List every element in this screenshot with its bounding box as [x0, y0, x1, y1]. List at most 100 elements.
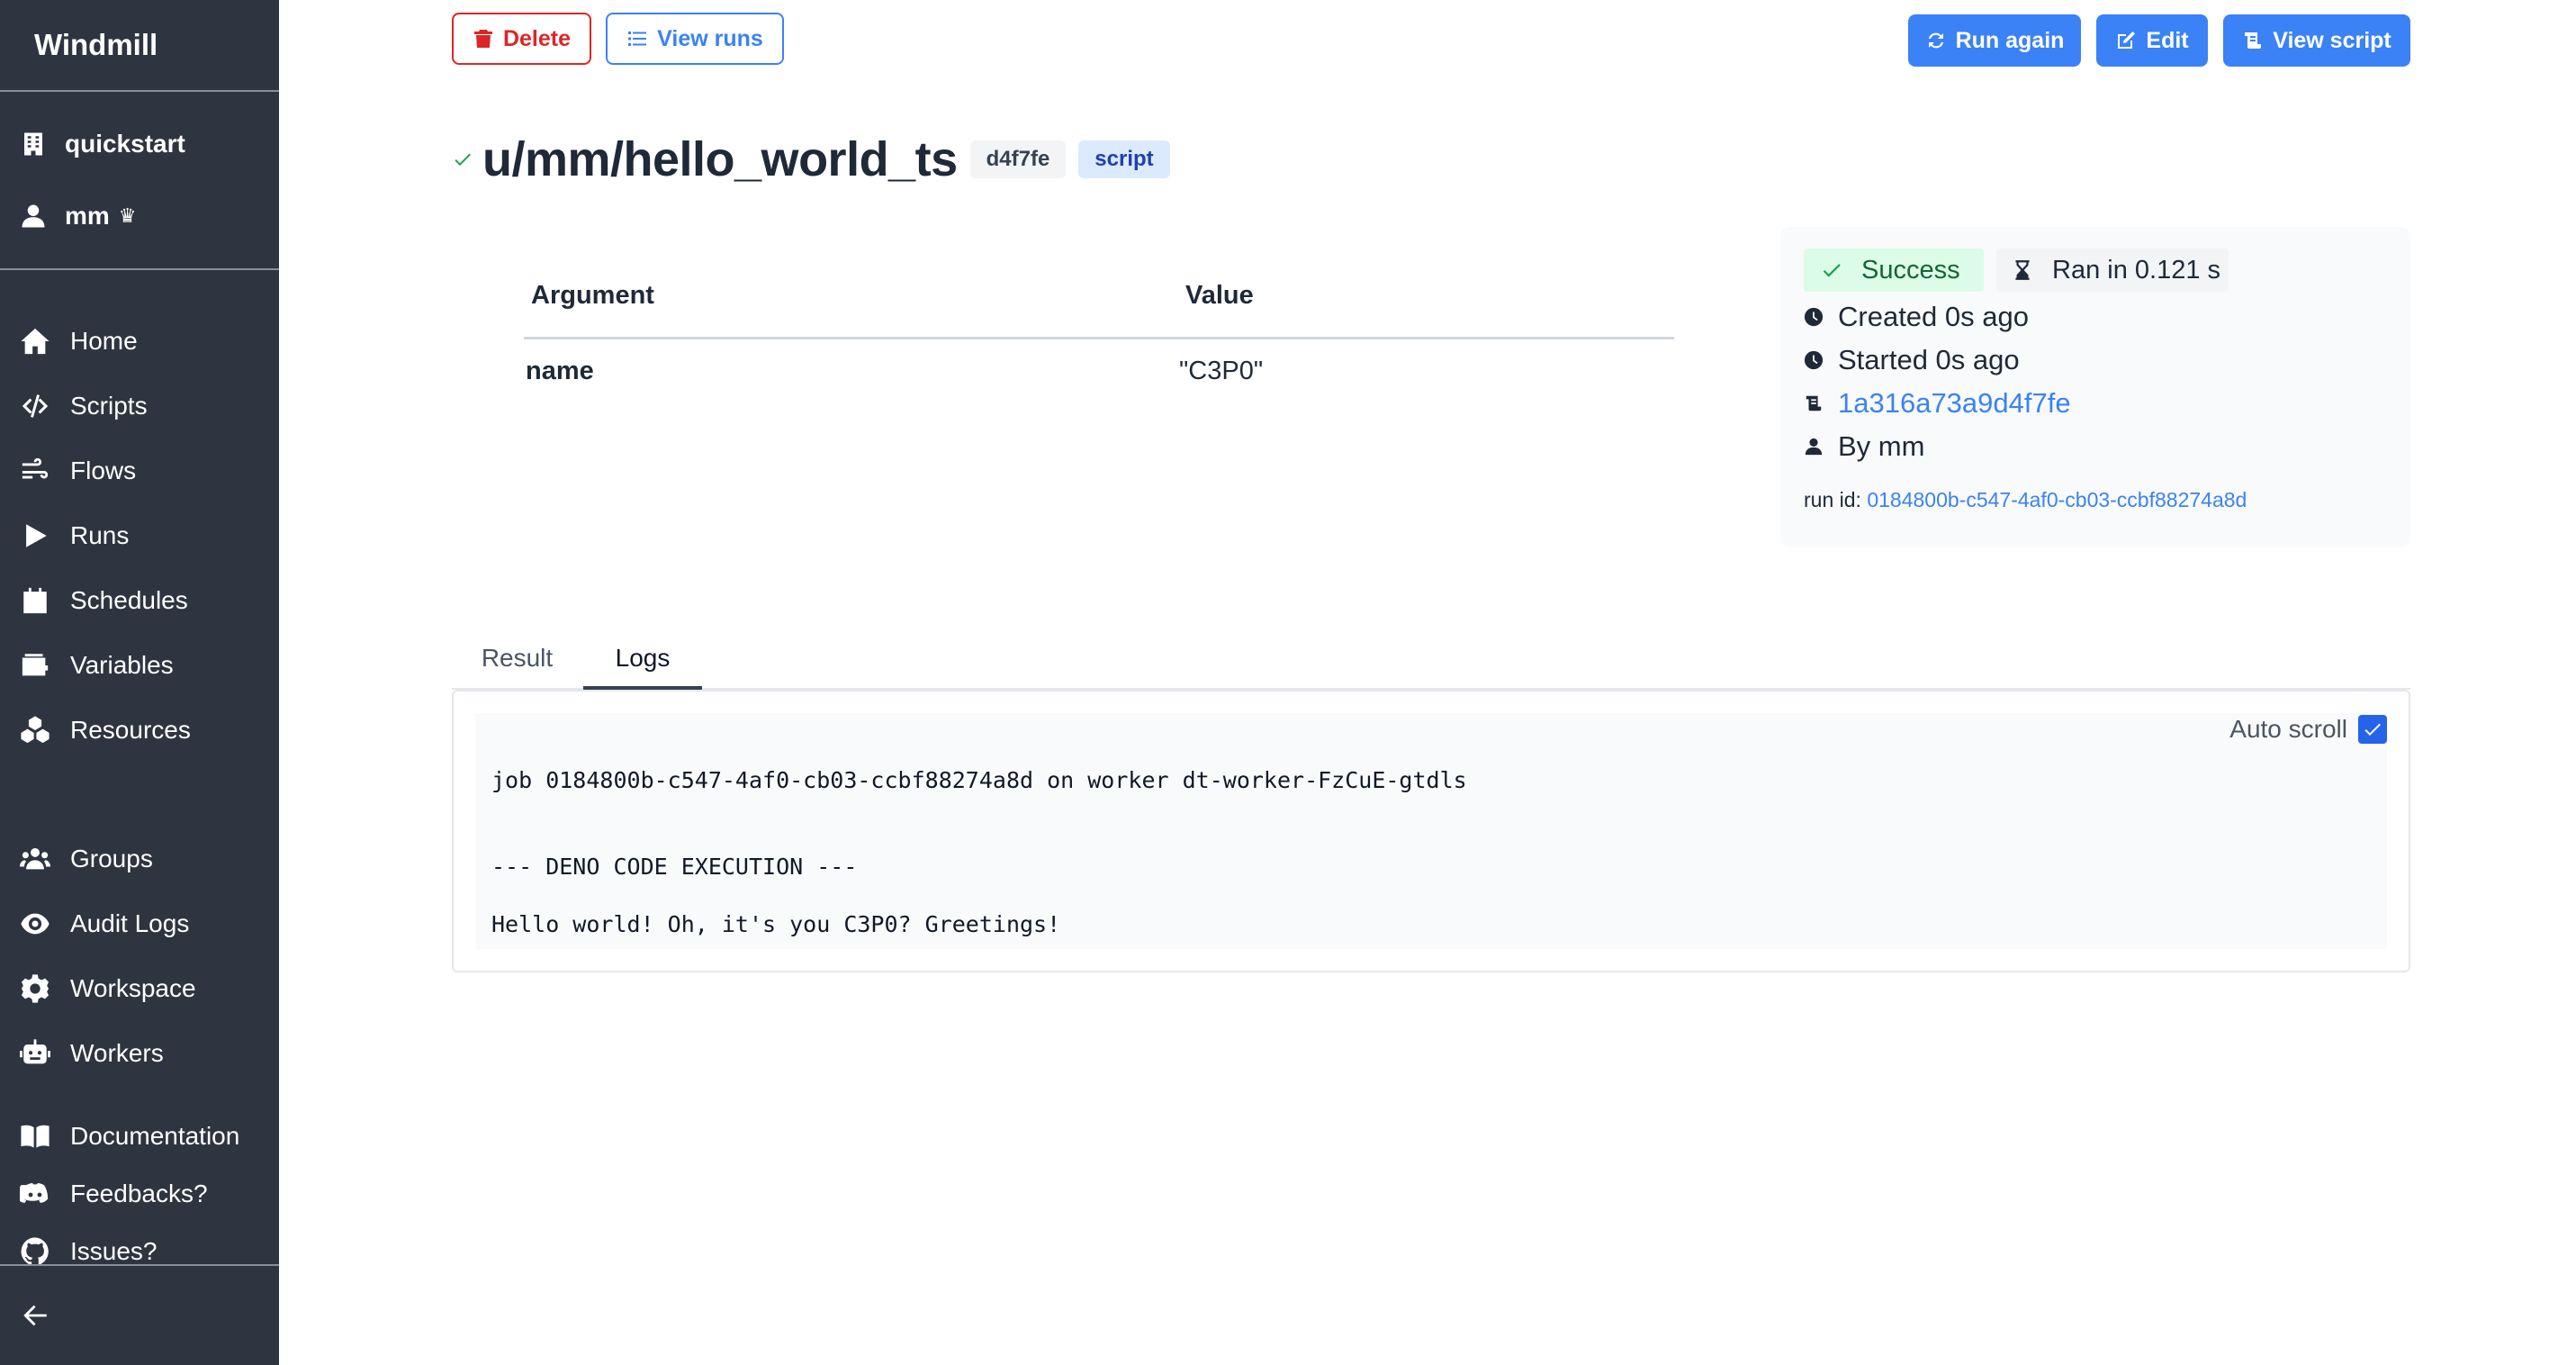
nav-label: Feedbacks?	[70, 1180, 208, 1207]
wind-icon	[22, 457, 49, 479]
nav-label: Variables	[70, 651, 174, 679]
auto-scroll-toggle[interactable]: Auto scroll	[2229, 715, 2387, 744]
github-icon	[21, 1237, 49, 1265]
hash-badge: d4f7fe	[969, 140, 1067, 178]
run-id-link[interactable]: 0184800b-c547-4af0-cb03-ccbf88274a8d	[1867, 488, 2247, 511]
argument-name: name	[526, 357, 594, 385]
log-line: --- DENO CODE EXECUTION ---	[491, 854, 858, 880]
job-status-panel: Success Ran in 0.121 s Created 0s ago St…	[1780, 227, 2410, 547]
duration-label: Ran in 0.121 s	[2052, 255, 2221, 285]
nav-label: Runs	[70, 521, 130, 549]
arrow-left-icon	[23, 1305, 47, 1326]
run-again-label: Run again	[1955, 27, 2065, 53]
collapse-sidebar-button[interactable]	[0, 1264, 279, 1365]
play-icon	[26, 524, 47, 547]
started-label: Started 0s ago	[1838, 344, 2020, 375]
run-id-row: run id: 0184800b-c547-4af0-cb03-ccbf8827…	[1804, 488, 2247, 512]
nav-label: Workers	[70, 1039, 164, 1067]
cubes-icon	[21, 716, 50, 744]
nav-label: Schedules	[70, 586, 188, 614]
check-icon	[455, 153, 471, 166]
hourglass-icon	[2015, 260, 2030, 280]
nav-item-workspace[interactable]: Workspace	[0, 956, 279, 1021]
users-icon	[20, 847, 50, 870]
logs-viewer[interactable]: Auto scroll job 0184800b-c547-4af0-cb03-…	[475, 713, 2387, 949]
main-nav: Home Scripts Flows Runs Schedules Variab…	[0, 309, 279, 763]
calendar-icon	[23, 587, 47, 614]
help-nav: Documentation Feedbacks? Issues?	[0, 1107, 279, 1280]
nav-item-audit-logs[interactable]: Audit Logs	[0, 891, 279, 956]
nav-item-scripts[interactable]: Scripts	[0, 374, 279, 438]
workspace-name: quickstart	[65, 130, 185, 158]
result-tabs: Result Logs	[452, 630, 2410, 690]
tab-logs[interactable]: Logs	[583, 630, 702, 690]
check-icon	[2364, 723, 2381, 736]
log-line: Hello world! Oh, it's you C3P0? Greeting…	[491, 911, 1061, 937]
crown-icon: ♛	[118, 204, 137, 227]
view-runs-label: View runs	[657, 25, 763, 51]
nav-label: Audit Logs	[70, 909, 190, 937]
status-label: Success	[1861, 255, 1960, 285]
workspace-selector[interactable]: quickstart	[0, 108, 279, 180]
nav-item-runs[interactable]: Runs	[0, 503, 279, 568]
user-icon	[1805, 438, 1823, 456]
home-icon	[21, 328, 50, 355]
by-label: By mm	[1838, 430, 1925, 462]
nav-label: Issues?	[70, 1237, 158, 1265]
table-header: Argument Value	[524, 267, 1674, 339]
nav-item-groups[interactable]: Groups	[0, 827, 279, 891]
list-icon	[628, 32, 647, 46]
by-row: By mm	[1804, 427, 1924, 466]
duration-badge: Ran in 0.121 s	[1996, 249, 2229, 292]
delete-button[interactable]: Delete	[452, 13, 591, 65]
argument-value: "C3P0"	[1179, 357, 1264, 385]
edit-button[interactable]: Edit	[2096, 14, 2208, 67]
edit-icon	[2118, 32, 2136, 49]
view-script-button[interactable]: View script	[2223, 14, 2410, 67]
nav-item-flows[interactable]: Flows	[0, 438, 279, 503]
run-again-button[interactable]: Run again	[1908, 14, 2081, 67]
context-section: quickstart mm ♛	[0, 92, 279, 270]
nav-item-home[interactable]: Home	[0, 309, 279, 374]
column-header-argument: Argument	[531, 281, 654, 310]
scroll-icon	[1806, 395, 1822, 411]
nav-label: Home	[70, 327, 138, 355]
tab-result[interactable]: Result	[452, 630, 582, 686]
nav-label: Flows	[70, 457, 137, 484]
nav-item-resources[interactable]: Resources	[0, 698, 279, 763]
nav-item-documentation[interactable]: Documentation	[0, 1107, 279, 1165]
delete-label: Delete	[502, 25, 572, 51]
job-path: u/mm/hello_world_ts	[482, 132, 958, 186]
created-label: Created 0s ago	[1838, 301, 2029, 332]
log-line: job 0184800b-c547-4af0-cb03-ccbf88274a8d…	[491, 767, 1467, 793]
run-id-label: run id:	[1804, 488, 1861, 511]
user-menu[interactable]: mm ♛	[0, 180, 279, 252]
robot-icon	[20, 1039, 50, 1064]
logs-panel: Auto scroll job 0184800b-c547-4af0-cb03-…	[452, 690, 2410, 972]
nav-item-workers[interactable]: Workers	[0, 1021, 279, 1086]
started-row: Started 0s ago	[1804, 340, 2020, 380]
column-header-value: Value	[1185, 281, 1254, 310]
nav-label: Workspace	[70, 974, 196, 1002]
auto-scroll-checkbox[interactable]	[2358, 715, 2387, 744]
admin-nav: Groups Audit Logs Workspace Workers	[0, 827, 279, 1086]
clock-icon	[1804, 307, 1824, 327]
job-title-row: u/mm/hello_world_ts d4f7fe script	[452, 128, 1170, 191]
created-row: Created 0s ago	[1804, 297, 2029, 337]
sidebar: Windmill quickstart mm ♛ Home Scripts Fl…	[0, 0, 279, 1365]
eye-icon	[21, 913, 50, 935]
edit-label: Edit	[2146, 27, 2189, 53]
scroll-icon	[2245, 32, 2262, 49]
nav-item-feedbacks[interactable]: Feedbacks?	[0, 1165, 279, 1223]
building-icon	[24, 132, 42, 156]
check-icon	[1823, 264, 1841, 277]
nav-item-variables[interactable]: Variables	[0, 633, 279, 698]
nav-item-schedules[interactable]: Schedules	[0, 568, 279, 633]
nav-label: Documentation	[70, 1122, 240, 1150]
nav-label: Resources	[70, 716, 191, 744]
brand-logo[interactable]: Windmill	[0, 0, 279, 92]
script-hash-link[interactable]: 1a316a73a9d4f7fe	[1838, 387, 2071, 420]
view-runs-button[interactable]: View runs	[606, 13, 784, 65]
user-icon	[22, 204, 45, 228]
gear-icon	[21, 974, 50, 1003]
